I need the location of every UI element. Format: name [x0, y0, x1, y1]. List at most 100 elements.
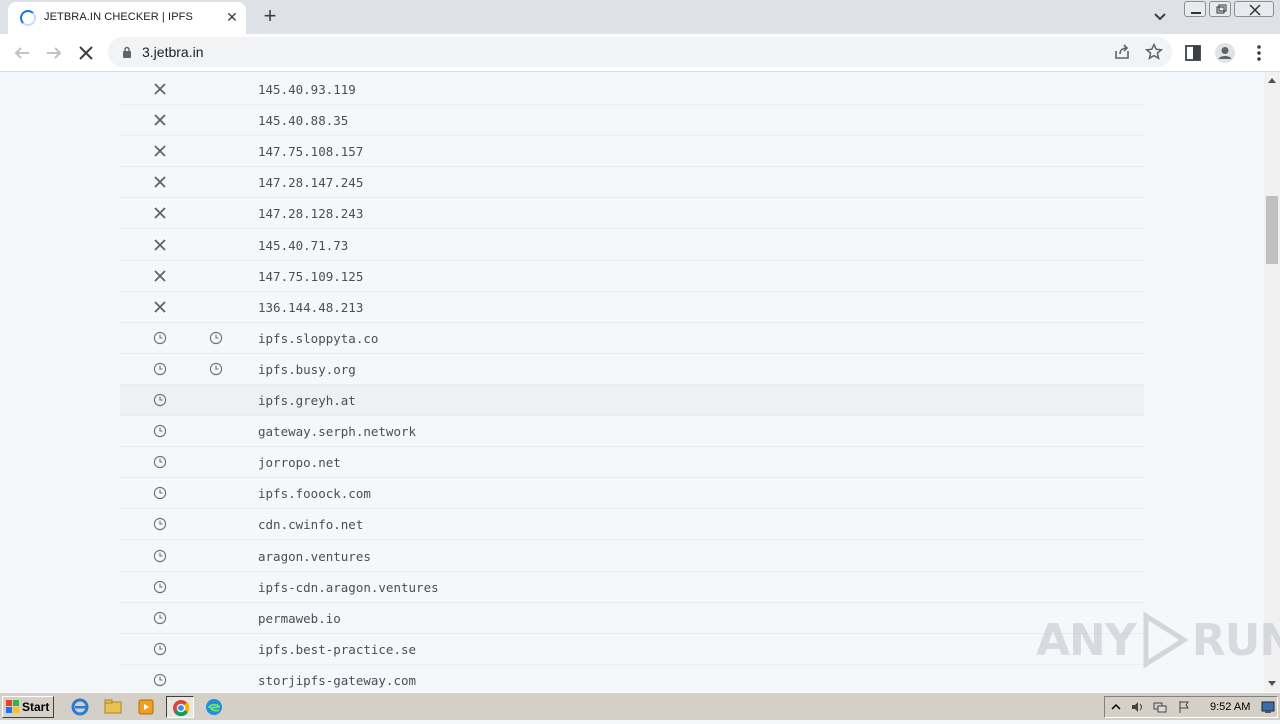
back-arrow-icon[interactable] — [10, 41, 34, 65]
table-row: permaweb.io — [120, 603, 1144, 634]
scroll-down-arrow[interactable] — [1268, 681, 1276, 686]
network-icon[interactable] — [1153, 700, 1167, 714]
table-row: 147.75.108.157 — [120, 136, 1144, 168]
table-row: ipfs.busy.org — [120, 354, 1144, 385]
gateway-host: 145.40.88.35 — [258, 113, 349, 129]
forward-arrow-icon[interactable] — [42, 41, 66, 65]
gateway-host: 147.75.108.157 — [258, 144, 364, 160]
gateway-host: ipfs.sloppyta.co — [258, 330, 379, 346]
tab-strip: JETBRA.IN CHECKER | IPFS ✕ + — [0, 0, 1280, 34]
browser-toolbar: 3.jetbra.in — [0, 34, 1280, 72]
clock-icon — [152, 672, 168, 688]
clock-icon — [152, 516, 168, 532]
clock-icon — [208, 361, 224, 377]
taskbar-chrome[interactable] — [166, 696, 194, 718]
start-button[interactable]: Start — [2, 696, 54, 718]
start-label: Start — [22, 700, 50, 714]
clock-icon — [152, 392, 168, 408]
action-center-flag-icon[interactable] — [1177, 700, 1191, 714]
scrollbar-thumb[interactable] — [1266, 196, 1278, 264]
lock-icon[interactable] — [122, 46, 132, 58]
clock-icon — [152, 485, 168, 501]
folder-icon — [104, 699, 122, 714]
table-row: ipfs.fooock.com — [120, 478, 1144, 510]
clock-icon — [152, 610, 168, 626]
clock-icon — [152, 548, 168, 564]
gateway-host: permaweb.io — [258, 610, 341, 626]
window-close-button[interactable] — [1234, 1, 1274, 17]
tab-close-button[interactable]: ✕ — [224, 9, 240, 25]
restore-button[interactable] — [1209, 1, 1231, 17]
gateway-host: cdn.cwinfo.net — [258, 517, 364, 533]
clock-icon — [152, 641, 168, 657]
side-panel-icon[interactable] — [1182, 42, 1204, 64]
gateway-host: ipfs.fooock.com — [258, 486, 371, 502]
watermark-right-text: RUN — [1191, 614, 1280, 666]
clock-icon — [152, 423, 168, 439]
table-row: 145.40.93.119 — [120, 74, 1144, 105]
gateway-host: gateway.serph.network — [258, 424, 417, 440]
gateway-host: 147.75.109.125 — [258, 268, 364, 284]
new-tab-button[interactable]: + — [258, 5, 282, 28]
x-icon — [152, 143, 168, 159]
media-player-icon — [138, 699, 154, 715]
clock-icon — [152, 330, 168, 346]
chrome-icon — [173, 700, 190, 717]
volume-icon[interactable] — [1130, 700, 1144, 714]
gateway-host: ipfs.best-practice.se — [258, 641, 417, 657]
table-row: ipfs.sloppyta.co — [120, 323, 1144, 354]
more-options-icon[interactable] — [1248, 42, 1270, 64]
table-row: storjipfs-gateway.com — [120, 665, 1144, 692]
gateway-host: 147.28.147.245 — [258, 175, 364, 191]
tab-title: JETBRA.IN CHECKER | IPFS — [44, 11, 193, 23]
windows-logo-icon — [6, 700, 19, 713]
table-row: 147.28.128.243 — [120, 198, 1144, 230]
x-icon — [152, 112, 168, 128]
tray-expand-icon[interactable] — [1109, 700, 1123, 714]
gateway-host: ipfs.busy.org — [258, 361, 356, 377]
table-row: 136.144.48.213 — [120, 292, 1144, 323]
chevron-down-icon[interactable] — [1150, 8, 1170, 26]
table-row: ipfs.best-practice.se — [120, 634, 1144, 665]
taskbar-explorer[interactable] — [99, 696, 127, 718]
gateway-host: storjipfs-gateway.com — [258, 672, 417, 688]
gateway-host: ipfs-cdn.aragon.ventures — [258, 579, 439, 595]
edge-icon — [206, 699, 222, 715]
clock-icon — [152, 361, 168, 377]
table-row: ipfs-cdn.aragon.ventures — [120, 572, 1144, 603]
table-row: 147.28.147.245 — [120, 167, 1144, 199]
taskbar-edge[interactable] — [200, 696, 228, 718]
x-icon — [152, 174, 168, 190]
table-row: 145.40.71.73 — [120, 230, 1144, 261]
gateway-host: 147.28.128.243 — [258, 206, 364, 222]
x-icon — [152, 299, 168, 315]
scroll-up-arrow[interactable] — [1268, 78, 1276, 83]
clock-icon — [152, 454, 168, 470]
url-text[interactable]: 3.jetbra.in — [142, 44, 203, 60]
table-row: ipfs.greyh.at — [120, 385, 1144, 416]
browser-tab[interactable]: JETBRA.IN CHECKER | IPFS ✕ — [8, 2, 246, 34]
stop-loading-icon[interactable] — [74, 41, 98, 65]
bookmark-star-icon[interactable] — [1144, 42, 1164, 62]
gateway-host: 145.40.93.119 — [258, 82, 356, 97]
profile-avatar-icon[interactable] — [1214, 42, 1236, 64]
x-icon — [152, 268, 168, 284]
taskbar-clock: 9:52 AM — [1210, 701, 1251, 713]
address-bar[interactable]: 3.jetbra.in — [108, 37, 1172, 67]
gateway-host: 136.144.48.213 — [258, 299, 364, 315]
clock-icon — [208, 330, 224, 346]
taskbar-media-player[interactable] — [132, 696, 160, 718]
table-row: cdn.cwinfo.net — [120, 509, 1144, 541]
gateway-host: aragon.ventures — [258, 548, 371, 564]
table-row: gateway.serph.network — [120, 416, 1144, 448]
x-icon — [152, 237, 168, 253]
page-content: 145.40.93.119 145.40.88.35 147.75.108.157 1… — [0, 72, 1264, 692]
minimize-button[interactable] — [1184, 1, 1206, 17]
gateway-host: ipfs.greyh.at — [258, 393, 356, 408]
vertical-scrollbar[interactable] — [1264, 72, 1280, 692]
show-desktop-icon[interactable] — [1261, 700, 1275, 714]
watermark-left-text: ANY — [1036, 614, 1137, 666]
share-icon[interactable] — [1112, 42, 1132, 62]
taskbar-ie[interactable] — [66, 696, 94, 718]
table-row: jorropo.net — [120, 447, 1144, 479]
